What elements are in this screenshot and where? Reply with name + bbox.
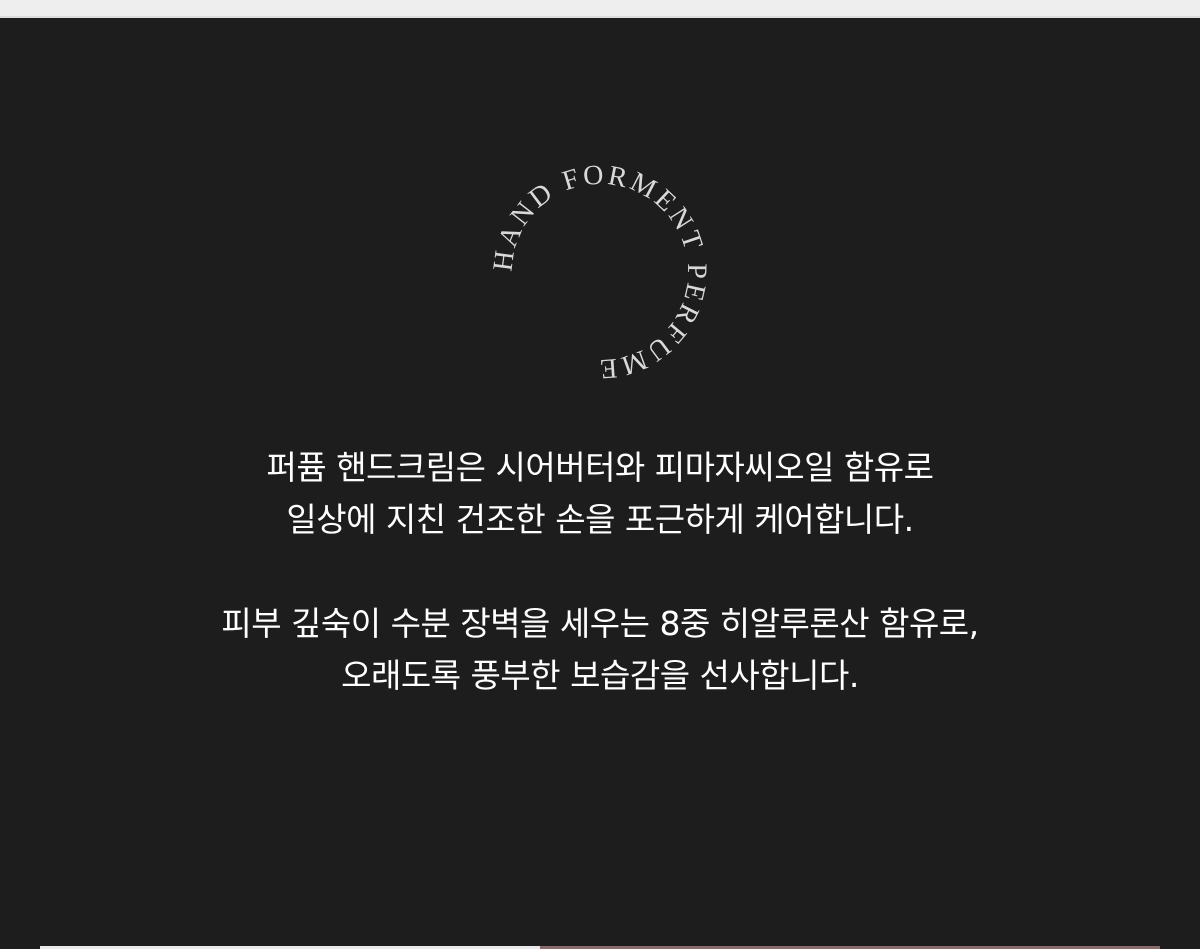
description-line: 피부 깊숙이 수분 장벽을 세우는 8중 히알루론산 함유로, bbox=[221, 604, 979, 643]
description-paragraph-2: 피부 깊숙이 수분 장벽을 세우는 8중 히알루론산 함유로, 오래도록 풍부한… bbox=[0, 598, 1200, 702]
description-copy: 퍼퓸 핸드크림은 시어버터와 피마자씨오일 함유로 일상에 지친 건조한 손을 … bbox=[0, 442, 1200, 702]
seal-ring-text: HAND FORMENT PERFUME bbox=[487, 160, 712, 385]
description-line: 일상에 지친 건조한 손을 포근하게 케어합니다. bbox=[286, 500, 914, 539]
description-line: 퍼퓸 핸드크림은 시어버터와 피마자씨오일 함유로 bbox=[266, 448, 934, 487]
description-line: 오래도록 풍부한 보습감을 선사합니다. bbox=[341, 656, 859, 695]
brand-seal-logo: HAND FORMENT PERFUME bbox=[480, 152, 720, 392]
top-strip bbox=[0, 0, 1200, 18]
description-paragraph-1: 퍼퓸 핸드크림은 시어버터와 피마자씨오일 함유로 일상에 지친 건조한 손을 … bbox=[0, 442, 1200, 546]
circular-text-logo: HAND FORMENT PERFUME bbox=[487, 160, 712, 385]
seal-ring-textpath: HAND FORMENT PERFUME bbox=[487, 160, 709, 385]
